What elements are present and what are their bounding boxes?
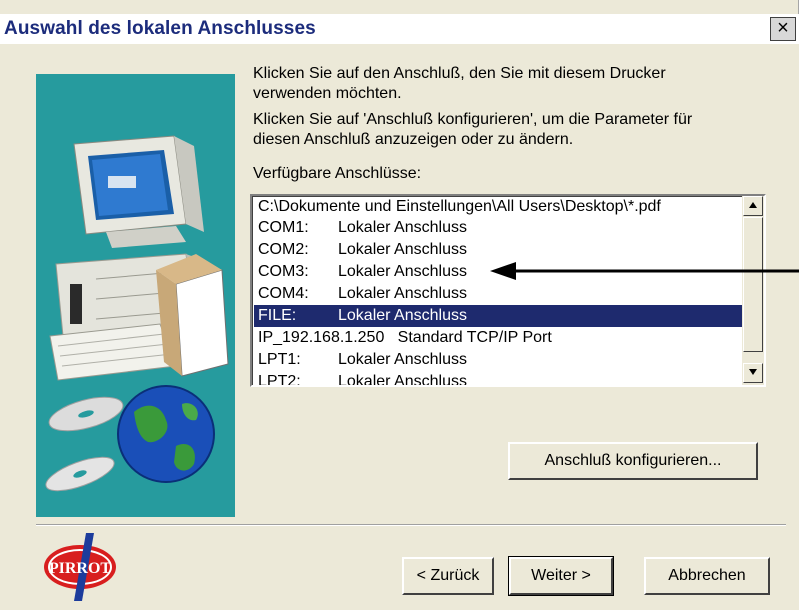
ports-list: C:\Dokumente und Einstellungen\All Users… bbox=[252, 196, 742, 387]
port-description: Lokaler Anschluss bbox=[338, 241, 467, 258]
instruction-line-1: Klicken Sie auf den Anschluß, den Sie mi… bbox=[253, 65, 666, 82]
logo-text: PIRROT bbox=[49, 560, 112, 577]
port-description: Lokaler Anschluss bbox=[338, 373, 467, 387]
footer-separator bbox=[36, 524, 786, 526]
wizard-illustration bbox=[36, 74, 235, 517]
scroll-up-button[interactable] bbox=[743, 196, 763, 216]
arrow-pointer-icon bbox=[490, 262, 799, 280]
port-selection-dialog: Auswahl des lokalen Anschlusses × Klicke… bbox=[0, 0, 799, 610]
cancel-button[interactable]: Abbrechen bbox=[644, 557, 770, 595]
instruction-line-2: verwenden möchten. bbox=[253, 85, 402, 102]
back-button[interactable]: < Zurück bbox=[402, 557, 494, 595]
pirrot-logo: PIRROT bbox=[44, 533, 116, 601]
port-description: Lokaler Anschluss bbox=[338, 285, 467, 302]
port-name: LPT2: bbox=[258, 373, 301, 387]
ports-scrollbar[interactable] bbox=[742, 196, 764, 385]
scroll-up-icon bbox=[749, 202, 757, 208]
port-name: COM1: bbox=[258, 219, 309, 236]
close-button[interactable]: × bbox=[770, 17, 796, 41]
port-description: Lokaler Anschluss bbox=[338, 219, 467, 236]
port-name: LPT1: bbox=[258, 351, 301, 368]
dialog-body: Klicken Sie auf den Anschluß, den Sie mi… bbox=[0, 44, 799, 610]
port-name: FILE: bbox=[258, 307, 297, 324]
port-item-com4[interactable]: COM4: Lokaler Anschluss bbox=[254, 283, 742, 305]
port-item-com2[interactable]: COM2: Lokaler Anschluss bbox=[254, 239, 742, 261]
port-full-text: C:\Dokumente und Einstellungen\All Users… bbox=[258, 198, 661, 215]
port-name: COM2: bbox=[258, 241, 309, 258]
scroll-down-button[interactable] bbox=[743, 363, 763, 383]
port-full-text: IP_192.168.1.250 Standard TCP/IP Port bbox=[258, 329, 552, 346]
ports-list-label: Verfügbare Anschlüsse: bbox=[253, 165, 422, 182]
close-icon: × bbox=[777, 17, 789, 39]
port-item-pdf[interactable]: C:\Dokumente und Einstellungen\All Users… bbox=[254, 196, 742, 218]
cd-icon bbox=[45, 396, 124, 492]
instruction-line-4: diesen Anschluß anzuzeigen oder zu änder… bbox=[253, 131, 574, 148]
port-item-file[interactable]: FILE: Lokaler Anschluss bbox=[254, 305, 742, 327]
scroll-down-icon bbox=[749, 369, 757, 375]
port-item-ip[interactable]: IP_192.168.1.250 Standard TCP/IP Port bbox=[254, 327, 742, 349]
scroll-thumb[interactable] bbox=[743, 217, 763, 352]
instruction-line-3: Klicken Sie auf 'Anschluß konfigurieren'… bbox=[253, 111, 693, 128]
configure-port-button[interactable]: Anschluß konfigurieren... bbox=[508, 442, 758, 480]
globe-icon bbox=[117, 385, 215, 483]
computer-icon bbox=[49, 135, 229, 381]
title-bar: Auswahl des lokalen Anschlusses × bbox=[0, 14, 799, 44]
dialog-title: Auswahl des lokalen Anschlusses bbox=[4, 18, 316, 39]
port-description: Lokaler Anschluss bbox=[338, 263, 467, 280]
port-name: COM4: bbox=[258, 285, 309, 302]
port-item-com1[interactable]: COM1: Lokaler Anschluss bbox=[254, 217, 742, 239]
ports-listbox[interactable]: C:\Dokumente und Einstellungen\All Users… bbox=[250, 194, 766, 387]
port-description: Lokaler Anschluss bbox=[338, 351, 467, 368]
port-item-lpt1[interactable]: LPT1: Lokaler Anschluss bbox=[254, 349, 742, 371]
port-item-lpt2[interactable]: LPT2: Lokaler Anschluss bbox=[254, 371, 742, 387]
port-description: Lokaler Anschluss bbox=[338, 307, 467, 324]
next-button[interactable]: Weiter > bbox=[508, 556, 614, 596]
port-name: COM3: bbox=[258, 263, 309, 280]
